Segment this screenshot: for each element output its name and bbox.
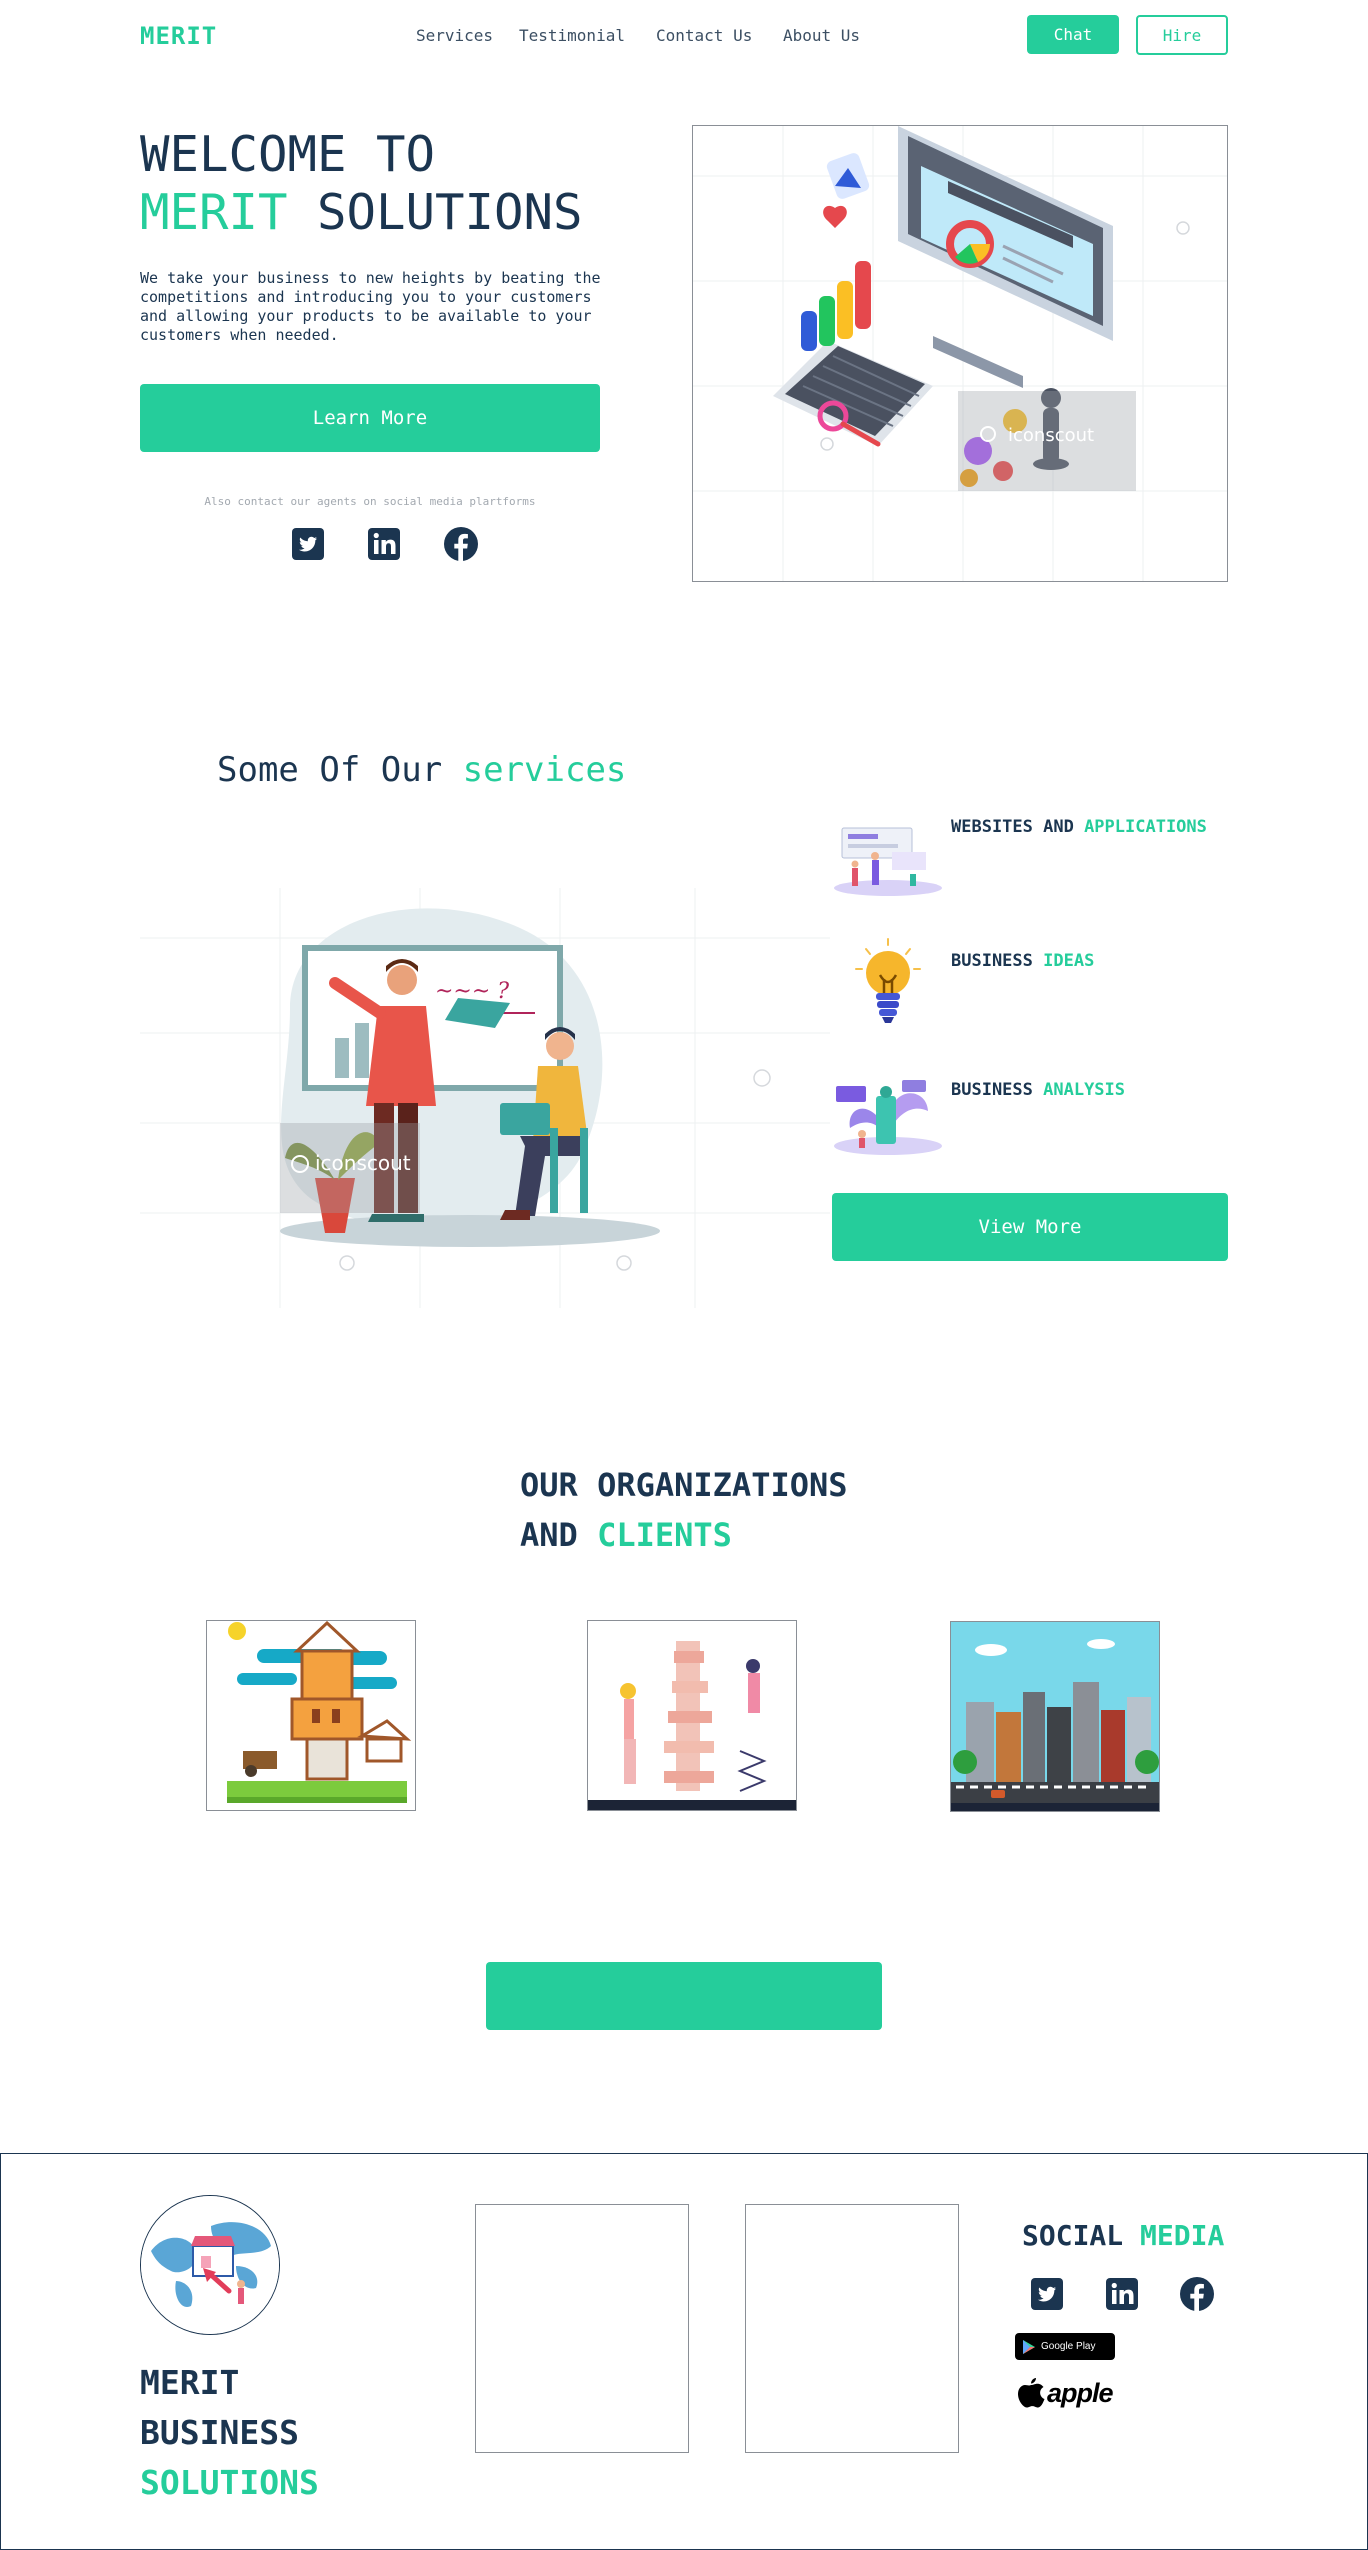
social-note: Also contact our agents on social media … [204,495,536,508]
hero-description: We take your business to new heights by … [140,269,601,344]
footer-brand-line3: SOLUTIONS [140,2463,319,2502]
logo[interactable]: MERIT [140,22,217,50]
footer-social-plain: SOCIAL [1022,2219,1141,2252]
footer-social-accent: MEDIA [1140,2219,1225,2252]
hero-title-accent: MERIT [140,184,288,241]
service-label-plain: BUSINESS [951,951,1044,971]
nav-services[interactable]: Services [416,26,493,45]
hire-button[interactable]: Hire [1136,15,1228,55]
hero-title: WELCOME TO MERIT SOLUTIONS [140,126,583,242]
analysis-thumbnail [832,1066,944,1158]
nav-testimonial[interactable]: Testimonial [519,26,625,45]
service-label-plain: BUSINESS [951,1080,1044,1100]
footer-brand-line2: BUSINESS [140,2413,299,2452]
linkedin-icon[interactable] [366,526,402,562]
footer-logo-image [140,2195,280,2335]
service-label-websites[interactable]: WEBSITES AND APPLICATIONS [951,817,1207,837]
websites-thumbnail [832,808,944,900]
nav-contact-us[interactable]: Contact Us [656,26,752,45]
world-market-illustration [141,2196,279,2334]
footer-brand: MERIT BUSINESS SOLUTIONS [140,2358,319,2508]
jenga-illustration [588,1641,796,1810]
service-label-analysis[interactable]: BUSINESS ANALYSIS [951,1080,1125,1100]
organizations-title-line1: OUR ORGANIZATIONS [520,1466,848,1504]
ideas-thumbnail [832,937,944,1029]
linkedin-icon[interactable] [1104,2276,1140,2312]
chat-button[interactable]: Chat [1027,15,1119,54]
service-label-accent: ANALYSIS [1043,1080,1126,1100]
footer-brand-line1: MERIT [140,2363,240,2402]
footer-column-box [745,2204,959,2453]
cta-button[interactable] [486,1962,882,2030]
twitter-icon[interactable] [1029,2276,1065,2312]
nav-about-us[interactable]: About Us [783,26,860,45]
organizations-title-plain: AND [520,1516,598,1554]
learn-more-button[interactable]: Learn More [140,384,600,452]
apple-badge[interactable]: apple [1017,2373,1114,2413]
services-watermark-text: iconscout [315,1151,411,1175]
facebook-icon[interactable] [1179,2276,1215,2312]
footer-social-title: SOCIAL MEDIA [1022,2219,1224,2252]
service-label-accent: APPLICATIONS [1084,817,1207,837]
google-play-label: Google Play [1041,2341,1096,2352]
facebook-icon[interactable] [443,526,479,562]
hero-title-rest: SOLUTIONS [287,184,583,241]
service-label-plain: WEBSITES AND [951,817,1085,837]
services-illustration: ~~~ ? iconscout [140,888,830,1308]
hero-title-line2: MERIT SOLUTIONS [140,184,583,242]
web-app-illustration [832,808,944,900]
services-title-accent: services [462,750,627,790]
view-more-button[interactable]: View More [832,1193,1228,1261]
city-illustration [951,1622,1159,1811]
watermark-text: iconscout [1008,425,1094,446]
apple-logo-icon [1018,2378,1045,2408]
presentation-illustration: ~~~ ? iconscout [140,888,830,1308]
organizations-title-accent: CLIENTS [597,1516,732,1554]
hero-title-line1: WELCOME TO [140,126,436,183]
client-card[interactable] [587,1620,797,1811]
hero-illustration: iconscout [692,125,1228,582]
services-title-plain: Some Of Our [217,750,463,790]
analysis-illustration [832,1066,944,1158]
play-triangle-icon [1023,2339,1035,2354]
apple-label: apple [1047,2377,1114,2408]
service-label-ideas[interactable]: BUSINESS IDEAS [951,951,1094,971]
client-card[interactable] [950,1621,1160,1812]
village-illustration [227,1621,412,1803]
service-label-accent: IDEAS [1043,951,1095,971]
twitter-icon[interactable] [290,526,326,562]
client-card[interactable] [206,1620,416,1811]
organizations-title-line2: AND CLIENTS [520,1510,848,1560]
organizations-title: OUR ORGANIZATIONS AND CLIENTS [520,1460,848,1560]
lightbulb-icon [832,937,944,1029]
google-play-badge[interactable]: Google Play [1015,2333,1115,2360]
services-title: Some Of Our services [217,750,626,790]
footer-column-box [475,2204,689,2453]
computer-illustration: iconscout [693,126,1227,581]
